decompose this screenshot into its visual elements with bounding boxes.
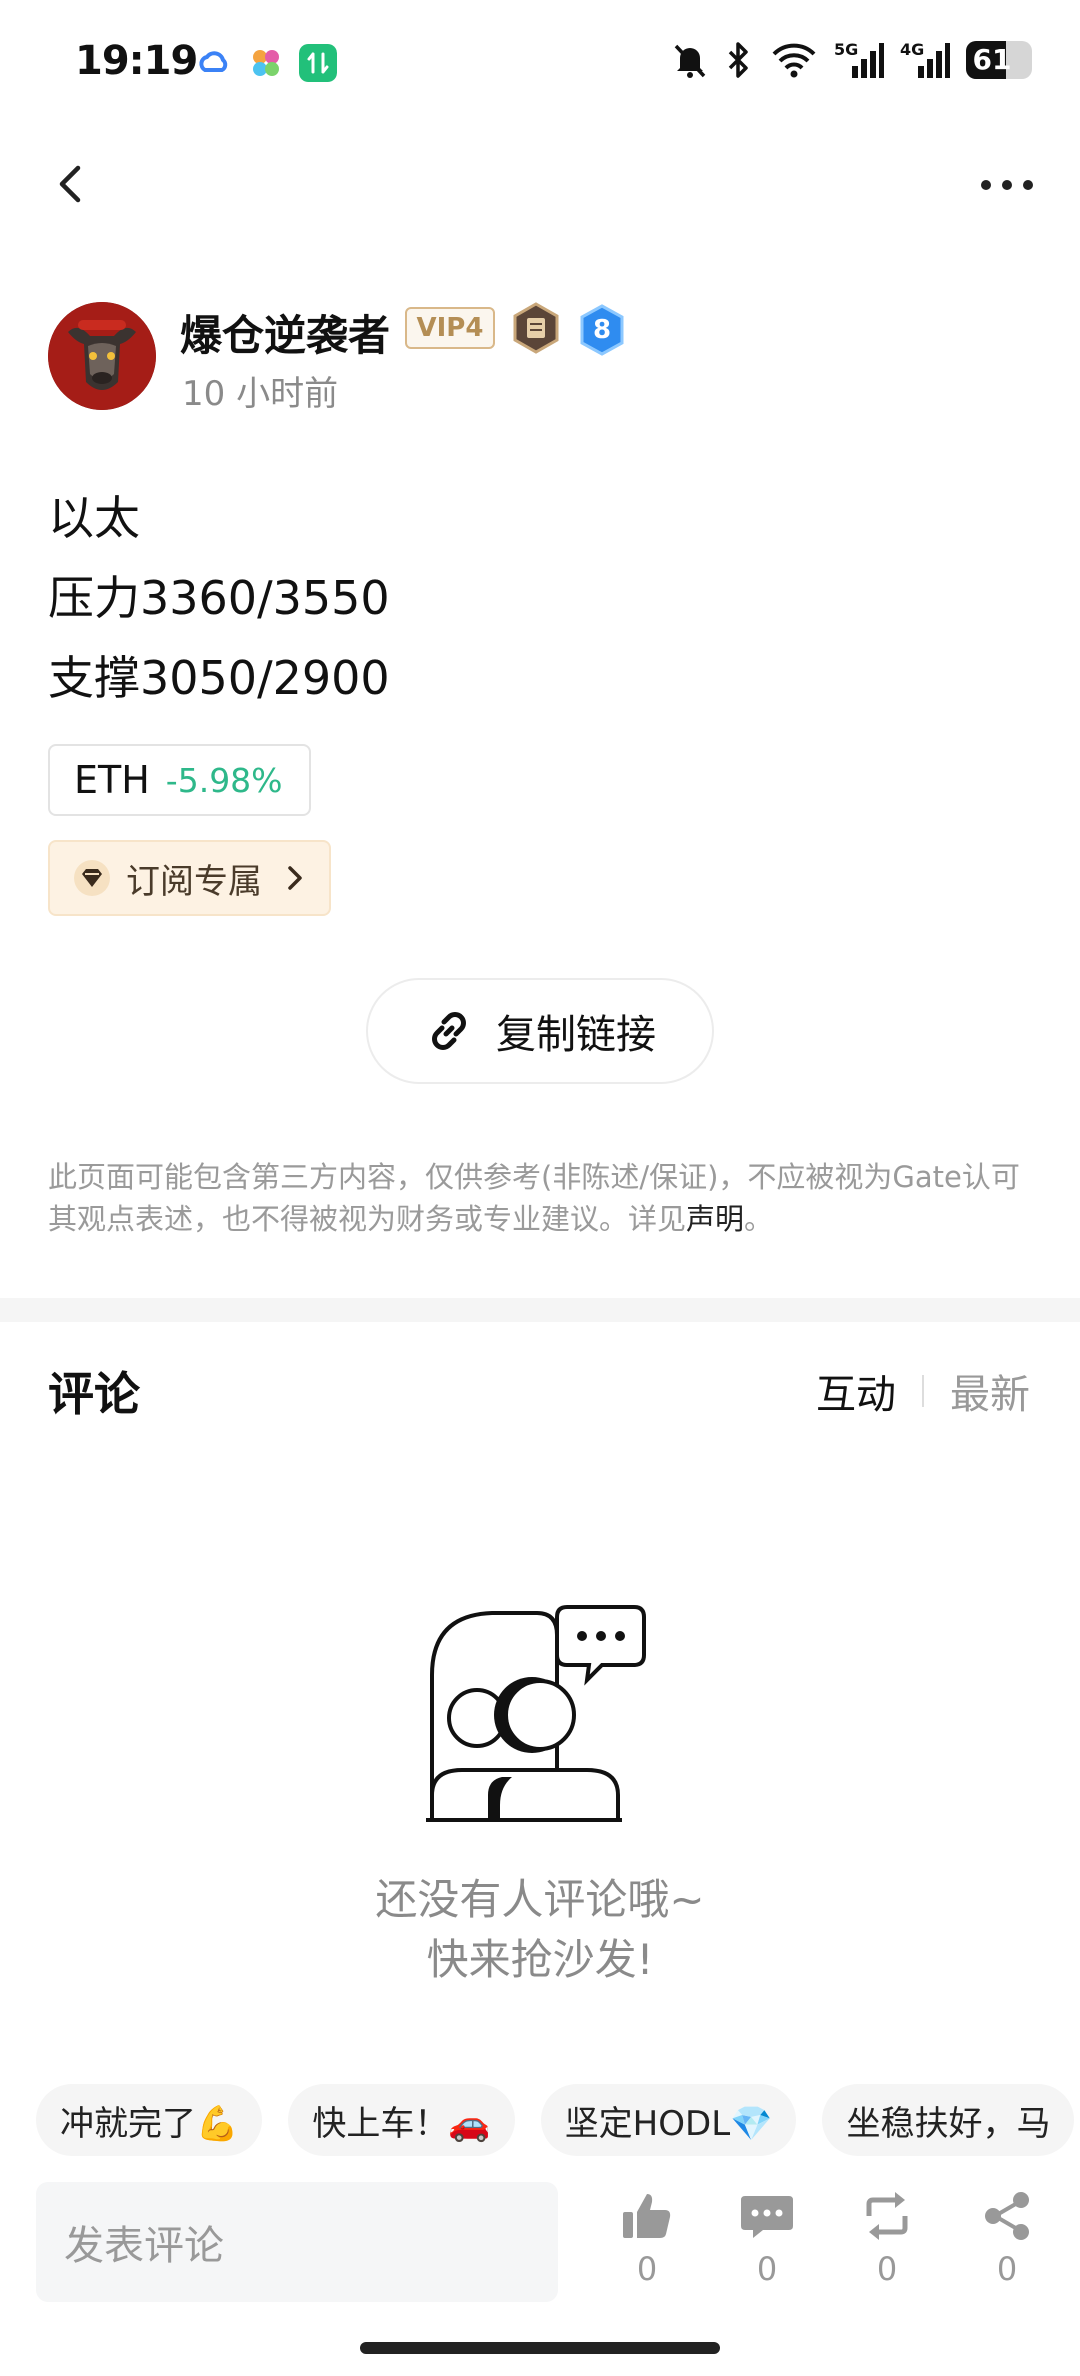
post-line: 支撑3050/2900 <box>48 651 390 705</box>
comments-title: 评论 <box>48 1367 140 1421</box>
more-dots-icon <box>981 180 1033 190</box>
share-icon <box>985 2192 1029 2240</box>
subscribe-label: 订阅专属 <box>126 861 262 902</box>
diamond-icon <box>74 860 110 896</box>
more-options-button[interactable] <box>978 165 1036 205</box>
signal-4g: 4G <box>900 40 950 80</box>
medal-badge-icon <box>513 302 559 354</box>
status-app-icons <box>195 44 337 82</box>
statement-link[interactable]: 声明 <box>686 1202 744 1236</box>
disclaimer: 此页面可能包含第三方内容，仅供参考(非陈述/保证)，不应被视为Gate认可其观点… <box>48 1156 1028 1240</box>
tab-interactive[interactable]: 互动 <box>816 1362 896 1420</box>
repost-count: 0 <box>876 2250 898 2288</box>
ticker-chip[interactable]: ETH -5.98% <box>48 744 311 816</box>
disclaimer-suffix: 。 <box>744 1202 774 1236</box>
section-divider <box>0 1298 1080 1322</box>
cloud-app-icon <box>199 51 228 72</box>
like-count: 0 <box>636 2250 658 2288</box>
level-number: 8 <box>592 315 612 345</box>
post-line: 以太 <box>48 491 140 545</box>
comment-button[interactable]: 0 <box>727 2190 807 2288</box>
empty-comments-message: 还没有人评论哦~ 快来抢沙发! <box>0 1870 1080 1990</box>
bluetooth-icon <box>728 42 748 78</box>
chevron-right-icon <box>288 866 302 890</box>
thumbs-up-icon <box>623 2194 671 2238</box>
back-button[interactable] <box>48 160 96 208</box>
repost-icon <box>866 2192 908 2240</box>
like-button[interactable]: 0 <box>607 2190 687 2288</box>
post-line: 压力3360/3550 <box>48 571 390 625</box>
disclaimer-text: 此页面可能包含第三方内容，仅供参考(非陈述/保证)，不应被视为Gate认可其观点… <box>48 1160 1020 1236</box>
empty-line-1: 还没有人评论哦~ <box>375 1875 705 1924</box>
comment-sort-tabs: 互动 最新 <box>816 1362 1030 1420</box>
vip-badge: VIP4 <box>405 307 495 349</box>
tab-latest[interactable]: 最新 <box>950 1362 1030 1420</box>
link-icon <box>432 1012 466 1050</box>
post-timestamp: 10 小时前 <box>182 374 339 414</box>
level-badge: 8 <box>578 304 626 356</box>
signal-5g: 5G <box>834 40 884 80</box>
wifi-icon <box>772 43 816 78</box>
transfer-app-icon <box>299 44 337 82</box>
bull-avatar-image <box>48 302 156 410</box>
post-content: 以太 压力3360/3550 支撑3050/2900 <box>48 478 390 718</box>
battery-indicator: 61 <box>966 41 1032 79</box>
quick-replies: 冲就完了💪 快上车！🚗 坚定HODL💎 坐稳扶好，马 <box>36 2084 1080 2156</box>
status-bar: 19:19 5G 4G 61 <box>0 0 1080 130</box>
ticker-change: -5.98% <box>165 760 283 800</box>
comment-count: 0 <box>756 2250 778 2288</box>
chevron-left-icon <box>59 165 81 203</box>
battery-level: 61 <box>972 43 1012 76</box>
quick-reply-chip[interactable]: 坚定HODL💎 <box>540 2084 797 2156</box>
repost-button[interactable]: 0 <box>847 2190 927 2288</box>
gallery-app-icon <box>253 50 279 76</box>
signal-bars-icon <box>852 43 884 78</box>
quick-reply-chip[interactable]: 快上车！🚗 <box>288 2084 515 2156</box>
share-count: 0 <box>996 2250 1018 2288</box>
tab-separator <box>922 1375 924 1407</box>
author-name[interactable]: 爆仓逆袭者 <box>180 302 390 363</box>
home-indicator[interactable] <box>360 2342 720 2354</box>
status-time: 19:19 <box>75 38 198 84</box>
signal-bars-icon <box>918 43 950 78</box>
copy-link-button[interactable]: 复制链接 <box>366 978 714 1084</box>
share-button[interactable]: 0 <box>967 2190 1047 2288</box>
mute-icon <box>674 44 706 78</box>
empty-comments-illustration <box>426 1605 646 1822</box>
author-avatar[interactable] <box>48 302 156 410</box>
subscribe-exclusive-button[interactable]: 订阅专属 <box>48 840 331 916</box>
comment-bubble-icon <box>741 2196 793 2238</box>
copy-link-label: 复制链接 <box>496 1012 656 1058</box>
empty-line-2: 快来抢沙发! <box>426 1935 654 1984</box>
quick-reply-chip[interactable]: 冲就完了💪 <box>36 2084 263 2156</box>
quick-reply-chip[interactable]: 坐稳扶好，马 <box>822 2084 1075 2156</box>
ticker-symbol: ETH <box>74 758 150 802</box>
comment-input[interactable]: 发表评论 <box>36 2182 558 2302</box>
status-indicators: 5G 4G 61 <box>672 40 1032 80</box>
